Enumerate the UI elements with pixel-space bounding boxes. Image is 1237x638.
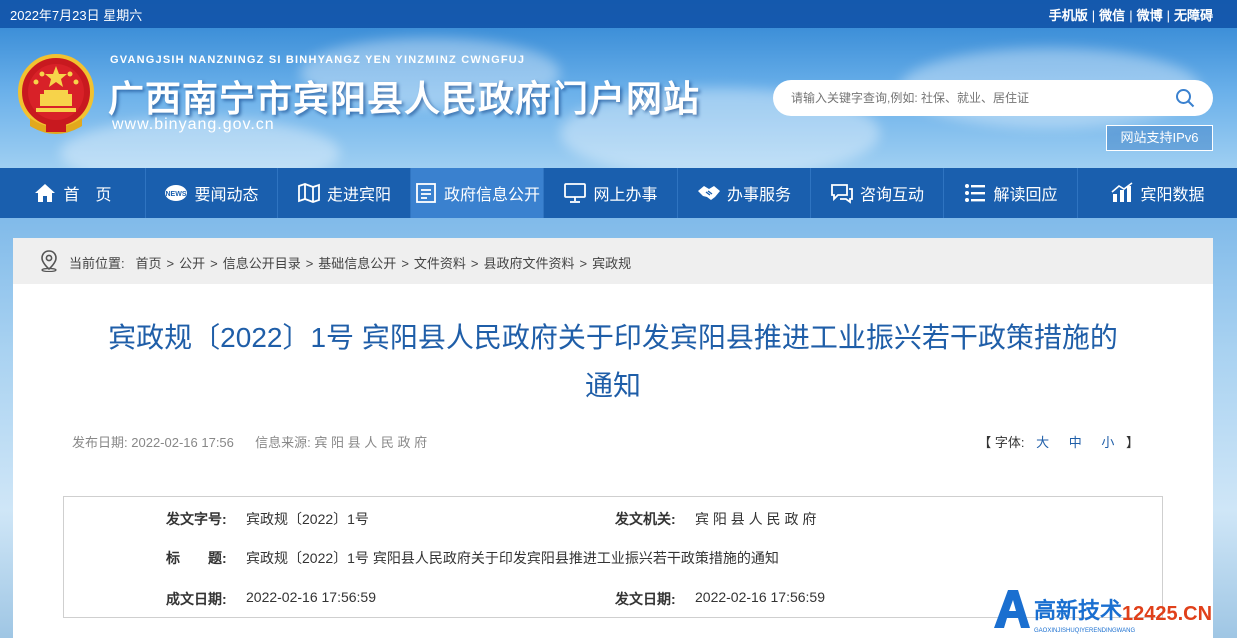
nav-item-data[interactable]: 宾阳数据 [1078, 168, 1237, 218]
source-label: 信息来源: [255, 435, 311, 450]
document-icon [416, 183, 436, 203]
watermark-brand: 高新技术 [1034, 598, 1122, 623]
nav-item-about[interactable]: 走进宾阳 [278, 168, 411, 218]
top-utility-bar: 2022年7月23日 星期六 手机版 | 微信 | 微博 | 无障碍 [0, 0, 1237, 28]
wechat-link[interactable]: 微信 [1099, 8, 1125, 23]
site-header: GVANGJSIH NANZNINGZ SI BINHYANGZ YEN YIN… [0, 28, 1237, 168]
nav-label: 走进宾阳 [326, 187, 391, 204]
top-links: 手机版 | 微信 | 微博 | 无障碍 [1049, 5, 1213, 24]
issued-date-label: 发文日期: [615, 591, 676, 607]
source-value: 宾 阳 县 人 民 政 府 [314, 435, 428, 450]
page-title-line2: 通知 [584, 370, 641, 401]
separator: | [1091, 8, 1096, 23]
article-meta: 发布日期: 2022-02-16 17:56 信息来源: 宾 阳 县 人 民 政… [72, 432, 427, 451]
location-pin-icon [41, 250, 57, 272]
breadcrumb-trail: 当前位置: 首页 > 公开 > 信息公开目录 > 基础信息公开 > 文件资料 > 县政府文件资料 > 宾… [69, 256, 632, 271]
issued-date-value: 2022-02-16 17:56:59 [695, 589, 825, 605]
publish-date-label: 发布日期: [72, 435, 128, 450]
handshake-icon [697, 186, 720, 200]
breadcrumb-item[interactable]: 信息公开目录 [223, 256, 301, 271]
issuer-value: 宾 阳 县 人 民 政 府 [695, 511, 817, 527]
news-icon: NEWS [165, 185, 188, 201]
main-nav: 首 页 NEWS 要闻动态 走进宾阳 政府信息公开 网上办事 办事服务 咨询互动… [0, 168, 1237, 218]
nav-label: 政府信息公开 [443, 187, 540, 204]
map-icon [298, 183, 320, 203]
bar-chart-icon [1111, 182, 1133, 202]
created-date-label: 成文日期: [166, 591, 227, 607]
search-icon[interactable] [1175, 88, 1195, 108]
list-icon [965, 184, 986, 202]
search-box [773, 80, 1213, 116]
created-date-value: 2022-02-16 17:56:59 [246, 589, 376, 605]
separator: | [1129, 8, 1133, 23]
font-size-medium-button[interactable]: 中 [1069, 435, 1082, 450]
monitor-icon [564, 183, 587, 203]
font-size-switcher: 【 字体: 大 中 小 】 [978, 432, 1139, 451]
font-size-bracket: 】 [1125, 435, 1139, 450]
breadcrumb-item[interactable]: 宾政规 [592, 256, 631, 271]
subject-value: 宾政规〔2022〕1号 宾阳县人民政府关于印发宾阳县推进工业振兴若干政策措施的通… [246, 550, 779, 566]
doc-number-value: 宾政规〔2022〕1号 [246, 511, 369, 527]
separator: | [1166, 8, 1170, 23]
home-icon [35, 184, 56, 202]
page-title: 宾政规〔2022〕1号 宾阳县人民政府关于印发宾阳县推进工业振兴若干政策措施的 … [53, 314, 1173, 410]
nav-label: 办事服务 [726, 187, 791, 204]
nav-label: 解读回应 [993, 187, 1058, 204]
font-size-label: 【 字体: [978, 435, 1025, 450]
nav-item-news[interactable]: NEWS 要闻动态 [146, 168, 278, 218]
breadcrumb-item[interactable]: 公开 [179, 256, 205, 271]
breadcrumb-item[interactable]: 文件资料 [414, 256, 466, 271]
current-date: 2022年7月23日 星期六 [10, 8, 143, 23]
site-pinyin-title: GVANGJSIH NANZNINGZ SI BINHYANGZ YEN YIN… [110, 54, 526, 66]
mobile-version-link[interactable]: 手机版 [1049, 8, 1088, 23]
doc-number-label: 发文字号: [166, 511, 227, 527]
search-input[interactable] [791, 88, 1161, 108]
nav-item-services[interactable]: 办事服务 [678, 168, 811, 218]
breadcrumb-item[interactable]: 首页 [135, 256, 161, 271]
nav-item-online-services[interactable]: 网上办事 [544, 168, 678, 218]
font-size-small-button[interactable]: 小 [1101, 435, 1114, 450]
font-size-large-button[interactable]: 大 [1036, 435, 1049, 450]
content-panel: 当前位置: 首页 > 公开 > 信息公开目录 > 基础信息公开 > 文件资料 > 县政府文件资料 > 宾… [13, 238, 1213, 638]
nav-label: 首 页 [63, 187, 112, 204]
weibo-link[interactable]: 微博 [1137, 8, 1163, 23]
nav-label: 咨询互动 [859, 187, 924, 204]
nav-label: 宾阳数据 [1140, 187, 1205, 204]
watermark-domain: 12425.CN [1122, 603, 1212, 625]
watermark-logo: 高新技术 12425.CN GAOXINJISHUQIYERENDINGWANG [994, 590, 1212, 634]
accessibility-link[interactable]: 无障碍 [1174, 8, 1213, 23]
publish-date: 2022-02-16 17:56 [131, 435, 234, 450]
page-title-line1: 宾政规〔2022〕1号 宾阳县人民政府关于印发宾阳县推进工业振兴若干政策措施的 [108, 322, 1118, 353]
nav-label: 网上办事 [593, 187, 658, 204]
nav-item-home[interactable]: 首 页 [0, 168, 146, 218]
ipv6-badge: 网站支持IPv6 [1106, 125, 1213, 151]
chat-icon [831, 184, 853, 204]
breadcrumb-prefix: 当前位置: [69, 256, 125, 271]
breadcrumb-item[interactable]: 基础信息公开 [318, 256, 396, 271]
svg-text:NEWS: NEWS [166, 191, 187, 198]
site-title: 广西南宁市宾阳县人民政府门户网站 [108, 78, 701, 119]
breadcrumb: 当前位置: 首页 > 公开 > 信息公开目录 > 基础信息公开 > 文件资料 > 县政府文件资料 > 宾… [13, 238, 1213, 284]
nav-item-interpretation[interactable]: 解读回应 [944, 168, 1078, 218]
subject-label: 标 题: [166, 550, 227, 566]
site-url: www.binyang.gov.cn [112, 116, 275, 133]
nav-item-info-disclosure[interactable]: 政府信息公开 [411, 168, 544, 218]
nav-item-consultation[interactable]: 咨询互动 [811, 168, 944, 218]
national-emblem-icon [18, 54, 94, 134]
breadcrumb-item[interactable]: 县政府文件资料 [484, 256, 575, 271]
nav-label: 要闻动态 [194, 187, 259, 204]
issuer-label: 发文机关: [615, 511, 676, 527]
watermark-sub: GAOXINJISHUQIYERENDINGWANG [1034, 628, 1135, 634]
